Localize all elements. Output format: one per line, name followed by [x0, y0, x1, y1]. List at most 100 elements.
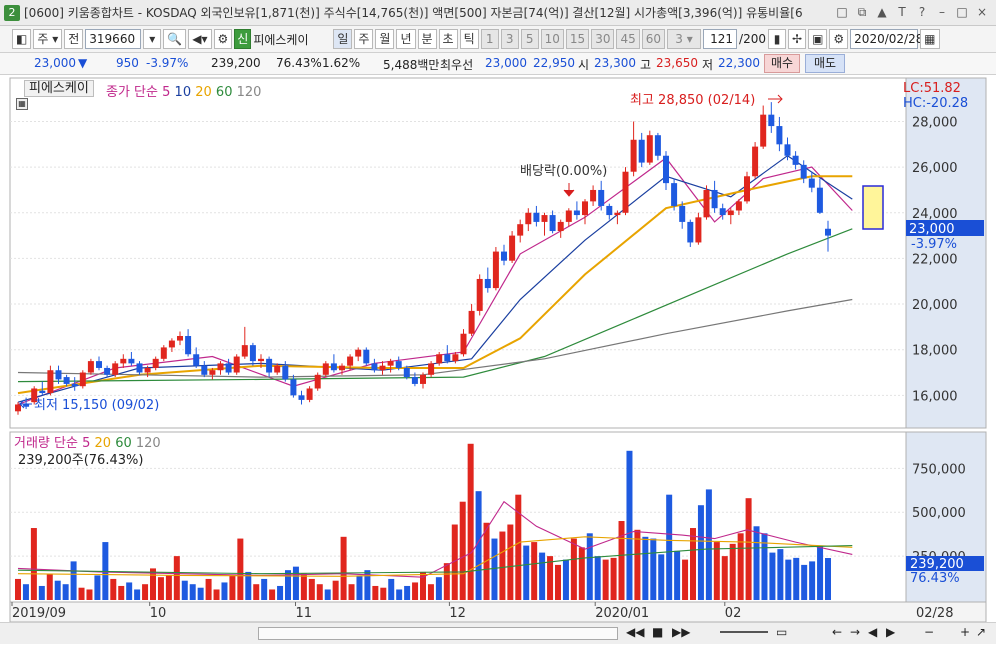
volume-bar — [801, 564, 808, 600]
stock-code-input[interactable]: 319660 — [85, 29, 142, 49]
price-tick-label: 20,000 — [912, 298, 958, 313]
minute-60[interactable]: 60 — [641, 29, 666, 49]
volume-bar — [380, 587, 387, 600]
volume-bar — [181, 580, 188, 600]
layout-icon[interactable]: ◧ — [12, 29, 32, 49]
volume-bar — [356, 575, 363, 600]
volume-bar — [809, 561, 816, 600]
scroll-left-icon[interactable]: ◀ — [868, 625, 877, 639]
candle-body — [193, 354, 200, 366]
volume-current-text: 239,200주(76.43%) — [18, 453, 144, 468]
minute-15[interactable]: 15 — [565, 29, 590, 49]
calendar-icon[interactable]: ▦ — [920, 29, 940, 49]
candle-body — [598, 189, 605, 206]
candle-body — [136, 363, 143, 373]
arrow-right-icon[interactable]: → — [850, 625, 860, 639]
font-icon[interactable]: T — [894, 4, 910, 20]
volume-bar — [142, 584, 149, 600]
tools-icon[interactable]: ⚙ — [213, 29, 233, 49]
last-page-icon[interactable]: ▶▶ — [672, 625, 690, 639]
expand-icon[interactable]: ↗ — [976, 625, 986, 639]
best-bid: 23,000 — [485, 56, 527, 70]
legend-ma5: 5 — [162, 85, 171, 100]
restore-icon[interactable]: □ — [834, 4, 850, 20]
candle-body — [776, 126, 783, 145]
cascade-icon[interactable]: ⧉ — [854, 4, 870, 20]
arrow-left-icon[interactable]: ← — [832, 625, 842, 639]
volume-tick-label: 500,000 — [912, 506, 966, 521]
forecast-box[interactable] — [862, 185, 884, 230]
candle-body — [104, 367, 111, 375]
candle-body — [120, 358, 127, 364]
minute-45[interactable]: 45 — [616, 29, 640, 49]
zoom-slider[interactable] — [720, 631, 768, 633]
code-dropdown-icon[interactable]: ▾ — [143, 29, 162, 49]
sell-button[interactable]: 매도 — [805, 54, 845, 73]
help-icon[interactable]: ? — [914, 4, 930, 20]
volume-bar — [261, 578, 268, 600]
volume-bar — [523, 545, 530, 600]
period-month[interactable]: 월 — [375, 29, 395, 49]
close-icon[interactable]: × — [974, 4, 990, 20]
scroll-right-icon[interactable]: ▶ — [886, 625, 895, 639]
buy-button[interactable]: 매수 — [764, 54, 800, 73]
stop-icon[interactable]: ■ — [652, 625, 663, 639]
volume-bar — [221, 582, 228, 600]
chart-type-icon[interactable]: ▮ — [768, 29, 786, 49]
first-page-icon[interactable]: ◀◀ — [626, 625, 644, 639]
current-volume-pct: 76.43% — [910, 571, 960, 586]
date-input[interactable]: 2020/02/28 — [850, 29, 923, 49]
candle-body — [144, 367, 151, 373]
view-icon[interactable]: ▭ — [776, 625, 787, 639]
candle-body — [298, 395, 305, 400]
zoom-in-icon[interactable]: + — [960, 625, 970, 639]
range-input[interactable]: 121 — [703, 29, 738, 49]
maximize-icon[interactable]: □ — [954, 4, 970, 20]
high-label: 고 — [640, 58, 652, 72]
count-select[interactable]: 3 ▾ — [667, 29, 702, 49]
low-price: 22,300 — [718, 56, 760, 70]
volume-bar — [189, 584, 196, 600]
period-year[interactable]: 년 — [396, 29, 416, 49]
candle-body — [152, 358, 159, 368]
period-day[interactable]: 일 — [333, 29, 353, 49]
period-week[interactable]: 주 — [354, 29, 374, 49]
minute-30[interactable]: 30 — [591, 29, 615, 49]
current-price-value: 23,000 — [909, 222, 955, 237]
time-tick-label: 10 — [150, 606, 167, 621]
minimize-icon[interactable]: – — [934, 4, 950, 20]
minute-10[interactable]: 10 — [540, 29, 564, 49]
volume-bar — [435, 577, 442, 600]
period-minute[interactable]: 분 — [417, 29, 437, 49]
grid-icon[interactable]: ▦ — [16, 98, 28, 110]
volume-bar — [745, 498, 752, 600]
prev-button[interactable]: 전 — [64, 29, 84, 49]
crosshair-icon[interactable]: ✢ — [788, 29, 807, 49]
horizontal-scrollbar[interactable] — [258, 627, 618, 640]
save-icon[interactable]: ▣ — [808, 29, 828, 49]
candle-body — [96, 361, 102, 368]
period-tick[interactable]: 틱 — [459, 29, 479, 49]
quote-bar: 23,000 ▼ 950 -3.97% 239,200 76.43% 1.62%… — [0, 53, 996, 75]
minute-1[interactable]: 1 — [480, 29, 499, 49]
pin-icon[interactable]: ▲ — [874, 4, 890, 20]
volume-bar — [690, 528, 696, 600]
search-icon[interactable]: 🔍 — [163, 29, 187, 49]
minute-3[interactable]: 3 — [500, 29, 519, 49]
time-right-label: 02/28 — [916, 606, 953, 621]
quote-price: 23,000 — [34, 56, 76, 70]
candle-body — [233, 356, 240, 373]
legend-close-ma-label: 종가 단순 — [106, 85, 158, 100]
stock-chart[interactable]: 16,000 18,000 20,000 22,000 24,000 26,000 28,0… — [0, 76, 996, 622]
settings-icon[interactable]: ⚙ — [829, 29, 849, 49]
zoom-out-icon[interactable]: − — [924, 625, 934, 639]
current-volume-value: 239,200 — [910, 557, 964, 572]
high-annotation: 최고 28,850 (02/14) — [630, 93, 755, 108]
candle-body — [711, 189, 718, 209]
minute-5[interactable]: 5 — [520, 29, 539, 49]
volume-bar — [165, 575, 172, 600]
period-select[interactable]: 주 ▾ — [33, 29, 63, 49]
period-second[interactable]: 초 — [438, 29, 458, 49]
speaker-icon[interactable]: ◀▾ — [188, 29, 212, 49]
stock-name-chip[interactable]: 피에스케이 — [24, 80, 94, 97]
